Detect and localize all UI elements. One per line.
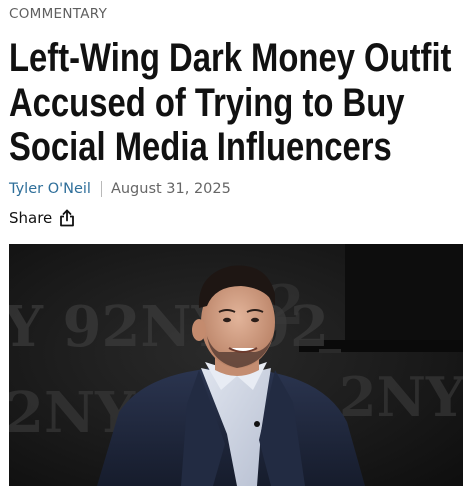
headline-line: Social Media Influencers [9, 125, 392, 169]
headline-line: Left-Wing Dark Money Outfit [9, 36, 452, 80]
publish-date: August 31, 2025 [110, 181, 231, 197]
headline-line: Accused of Trying to Buy [9, 80, 405, 125]
share-icon [59, 209, 75, 227]
byline-divider [100, 181, 102, 197]
category-label[interactable]: COMMENTARY [9, 6, 107, 22]
byline: Tyler O'Neil August 31, 2025 [9, 181, 231, 197]
author-link[interactable]: Tyler O'Neil [9, 181, 91, 197]
share-button[interactable]: Share [9, 209, 75, 227]
article: COMMENTARY Left-Wing Dark Money Outfit A… [0, 0, 474, 494]
share-label: Share [9, 209, 53, 227]
headline: Left-Wing Dark Money Outfit Accused of T… [9, 36, 452, 170]
svg-text:2NY 92: 2NY 92 [339, 365, 463, 429]
hero-photo-image: Y 92NY 92 92 2NY 92 2NY 92 [9, 244, 463, 486]
hero-photo: Y 92NY 92 92 2NY 92 2NY 92 [9, 244, 463, 486]
